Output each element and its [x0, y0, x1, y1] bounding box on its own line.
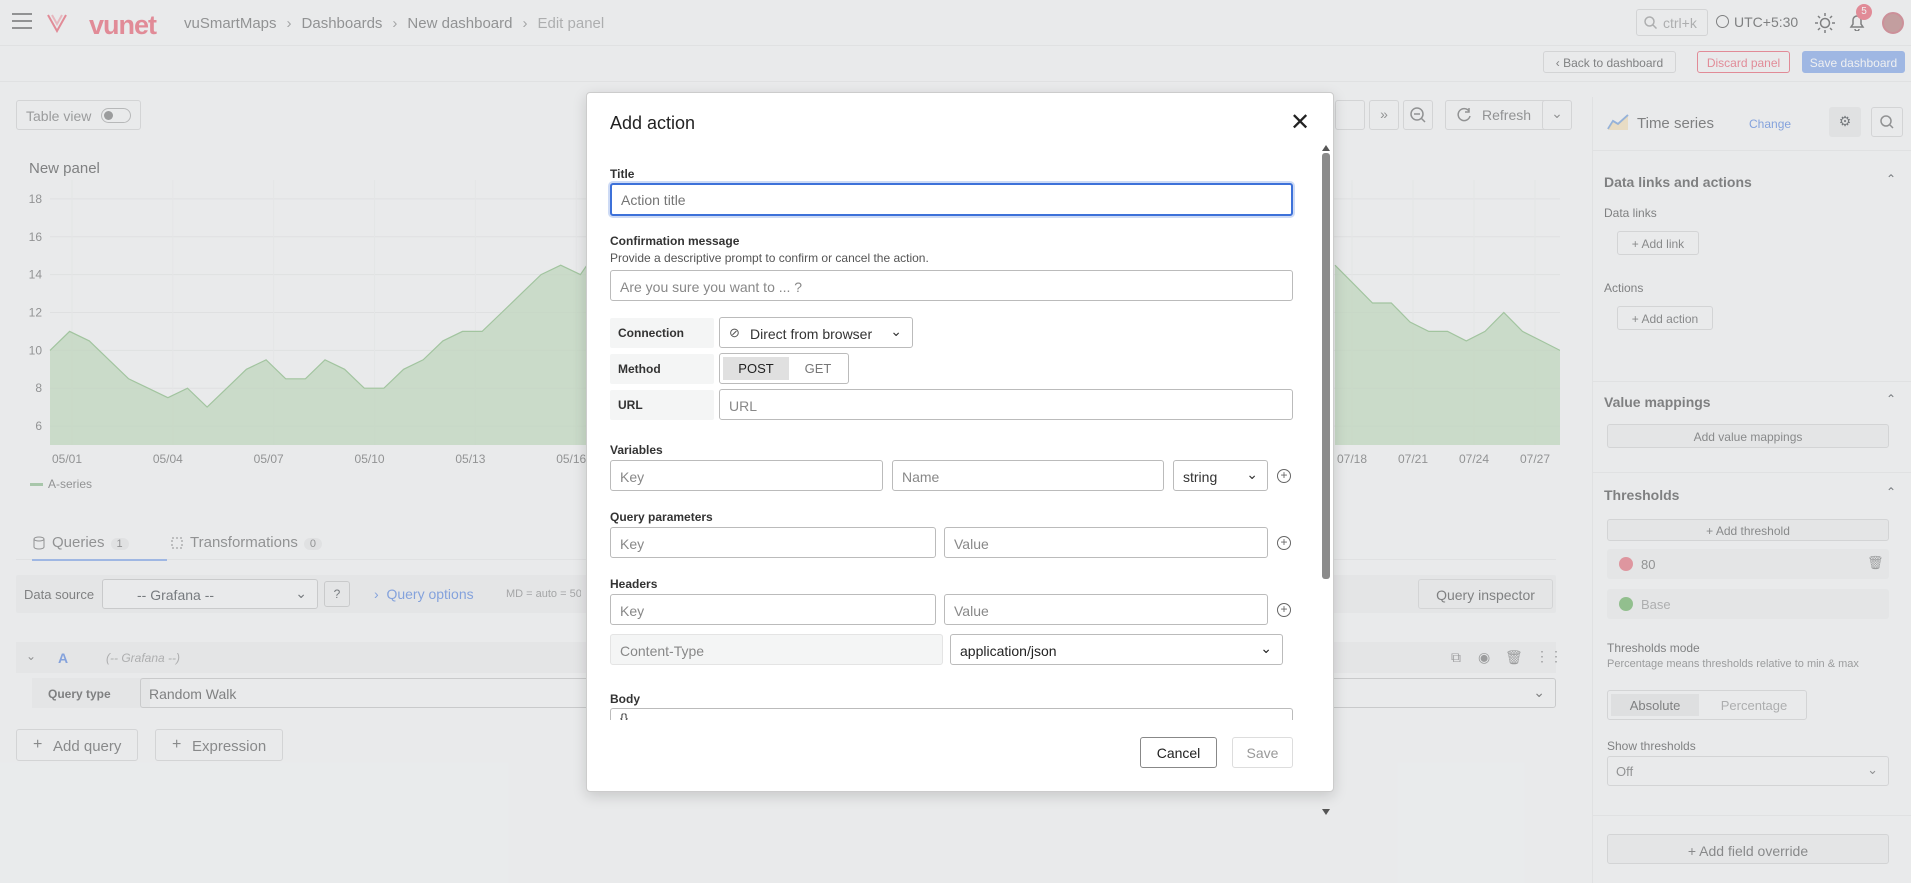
- variables-label: Variables: [610, 443, 663, 457]
- confirmation-desc: Provide a descriptive prompt to confirm …: [610, 251, 929, 265]
- body-editor[interactable]: {}: [610, 708, 1293, 720]
- method-radio: POST GET: [719, 353, 849, 384]
- chevron-down-icon: ⌄: [890, 323, 902, 339]
- confirmation-label: Confirmation message: [610, 234, 740, 248]
- add-variable-icon[interactable]: +: [1277, 469, 1291, 483]
- connection-select[interactable]: ⊘ Direct from browser ⌄: [719, 317, 913, 348]
- url-label: URL: [610, 390, 714, 420]
- qp-key-placeholder: Key: [620, 536, 645, 552]
- query-param-value-input[interactable]: Value: [944, 527, 1268, 558]
- connection-value: Direct from browser: [750, 326, 873, 342]
- confirmation-placeholder: Are you sure you want to ... ?: [620, 279, 803, 295]
- body-label: Body: [610, 692, 640, 706]
- variable-name-input[interactable]: Name: [892, 460, 1164, 491]
- qp-value-placeholder: Value: [954, 536, 989, 552]
- close-icon[interactable]: ✕: [1290, 111, 1310, 135]
- variable-type-select[interactable]: string ⌄: [1173, 460, 1268, 491]
- header-value-placeholder: Value: [954, 603, 989, 619]
- var-name-placeholder: Name: [902, 469, 940, 485]
- save-button[interactable]: Save: [1232, 737, 1293, 768]
- add-action-modal: Add action ✕ Title Confirmation message …: [586, 92, 1334, 815]
- chevron-down-icon: ⌄: [1246, 466, 1258, 482]
- method-label: Method: [610, 354, 714, 384]
- headers-label: Headers: [610, 577, 658, 591]
- connection-icon: ⊘: [729, 325, 740, 340]
- connection-label: Connection: [610, 318, 714, 348]
- chevron-down-icon: ⌄: [1260, 640, 1272, 656]
- cancel-button[interactable]: Cancel: [1140, 737, 1217, 768]
- content-type-key-text: Content-Type: [620, 643, 705, 659]
- method-post-option[interactable]: POST: [723, 357, 789, 380]
- url-placeholder: URL: [729, 398, 758, 414]
- add-header-icon[interactable]: +: [1277, 603, 1291, 617]
- header-key-input[interactable]: Key: [610, 594, 936, 625]
- content-type-key: Content-Type: [610, 634, 943, 665]
- method-get-option[interactable]: GET: [792, 357, 844, 380]
- title-label: Title: [610, 167, 635, 181]
- query-params-label: Query parameters: [610, 510, 713, 524]
- header-value-input[interactable]: Value: [944, 594, 1268, 625]
- header-key-placeholder: Key: [620, 603, 645, 619]
- modal-title: Add action: [610, 113, 696, 133]
- variable-key-input[interactable]: Key: [610, 460, 883, 491]
- var-type-value: string: [1183, 469, 1218, 485]
- var-key-placeholder: Key: [620, 469, 645, 485]
- add-query-param-icon[interactable]: +: [1277, 536, 1291, 550]
- confirmation-input[interactable]: Are you sure you want to ... ?: [610, 270, 1293, 301]
- action-title-input[interactable]: [610, 183, 1293, 216]
- body-value: {}: [620, 711, 629, 720]
- query-param-key-input[interactable]: Key: [610, 527, 936, 558]
- content-type-value: application/json: [960, 643, 1057, 659]
- url-input[interactable]: URL: [719, 389, 1293, 420]
- content-type-select[interactable]: application/json ⌄: [950, 634, 1283, 665]
- modal-scrollbar[interactable]: [1322, 145, 1330, 815]
